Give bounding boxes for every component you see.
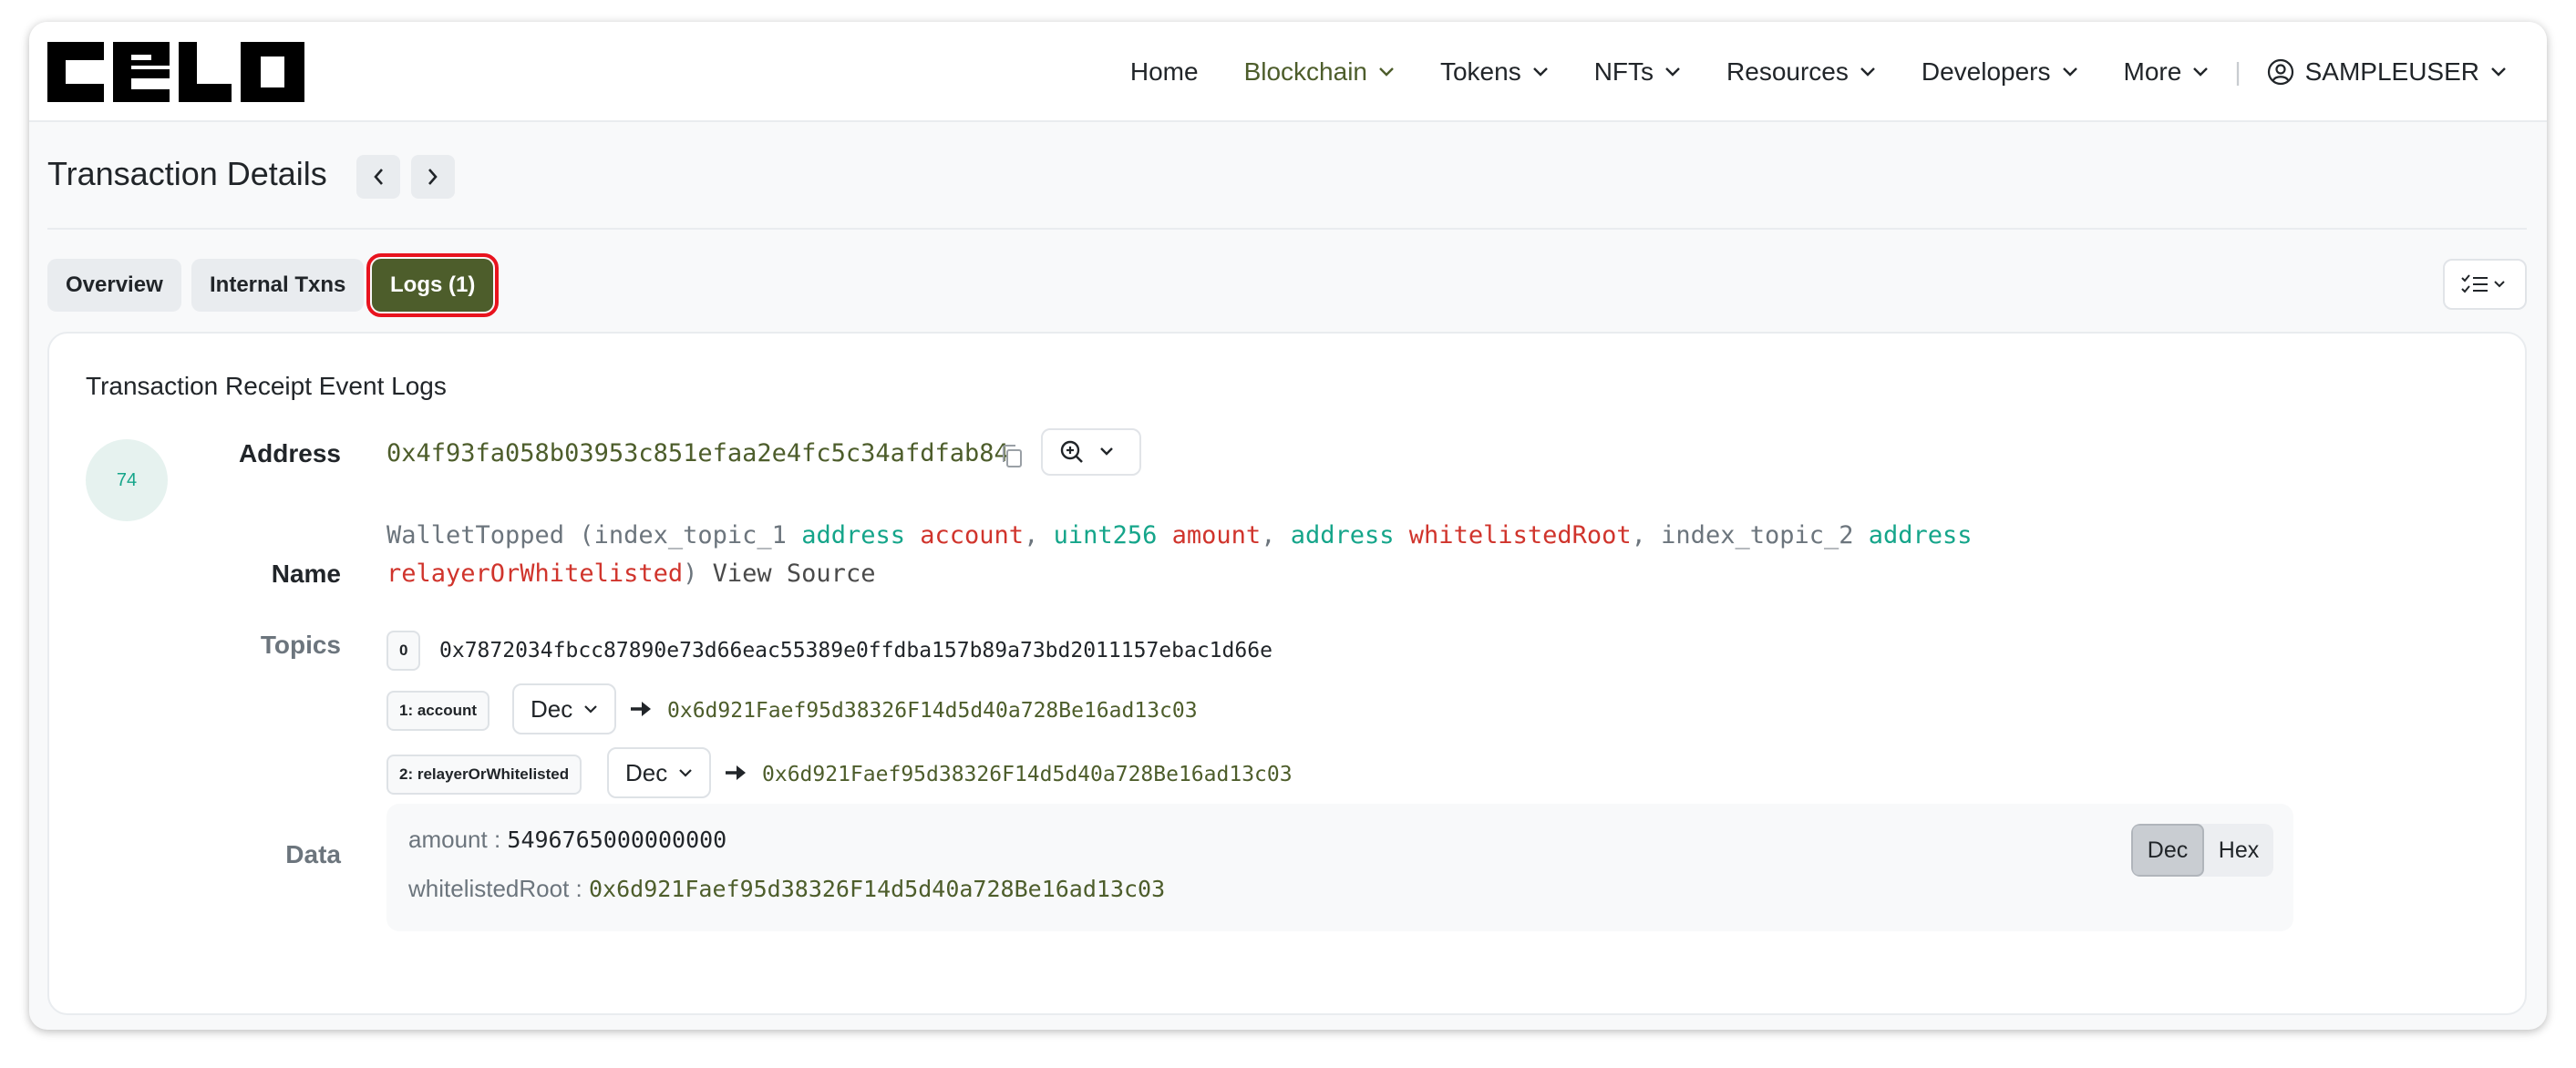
celo-logo[interactable]: [47, 42, 304, 102]
param3-type: address: [1290, 521, 1395, 549]
topic-2-format-value: Dec: [625, 758, 668, 786]
user-circle-icon: [2267, 58, 2293, 86]
nav-developers[interactable]: Developers: [1922, 57, 2078, 87]
event-signature-line-2: relayerOrWhitelisted) View Source: [386, 560, 875, 588]
title-divider: [47, 228, 2527, 230]
topic-2-badge: 2: relayerOrWhitelisted: [386, 755, 582, 795]
nav-tokens[interactable]: Tokens: [1440, 57, 1549, 87]
nav-nfts[interactable]: NFTs: [1594, 57, 1681, 87]
arrow-right-icon: [726, 765, 746, 780]
event-name: WalletTopped: [386, 521, 565, 549]
chevron-down-icon: [2062, 67, 2077, 77]
sig-comma: ,: [1631, 521, 1646, 549]
list-check-icon: [2461, 274, 2505, 293]
chevron-down-icon: [1860, 67, 1875, 77]
topic-1-value-link[interactable]: 0x6d921Faef95d38326F14d5d40a728Be16ad13c…: [667, 699, 1198, 723]
page-title: Transaction Details: [47, 155, 327, 192]
address-lookup-button[interactable]: [1041, 428, 1141, 476]
site-header: Home Blockchain Tokens NFTs Resources De…: [29, 22, 2547, 122]
chevron-down-icon: [2491, 67, 2506, 77]
celo-logo-mark: [47, 42, 304, 102]
param2-type: uint256: [1053, 521, 1158, 549]
tab-logs-label: Logs (1): [390, 272, 476, 297]
topic-0-badge: 0: [386, 631, 421, 671]
param1-index: index_topic_1: [593, 521, 787, 549]
copy-icon[interactable]: [999, 443, 1025, 470]
param1-type: address: [801, 521, 905, 549]
prev-transaction-button[interactable]: [356, 155, 400, 199]
chevron-left-icon: [374, 169, 383, 185]
nav-resources-label: Resources: [1726, 57, 1849, 86]
log-index-badge: 74: [86, 439, 168, 521]
data-panel: amount : 5496765000000000 whitelistedRoo…: [386, 804, 2293, 931]
nav-developers-label: Developers: [1921, 57, 2051, 86]
topics-label: Topics: [260, 631, 341, 659]
sig-comma: ,: [1261, 521, 1276, 549]
next-transaction-button[interactable]: [411, 155, 455, 199]
data-label: Data: [285, 840, 341, 868]
data-whitelisted-root-value[interactable]: 0x6d921Faef95d38326F14d5d40a728Be16ad13c…: [589, 876, 1165, 902]
nav-tokens-label: Tokens: [1439, 57, 1521, 86]
nav-home-label: Home: [1129, 57, 1199, 86]
param4-type: address: [1868, 521, 1973, 549]
sig-open-paren: (: [579, 521, 594, 549]
param4-index: index_topic_2: [1661, 521, 1854, 549]
data-whitelisted-root-key: whitelistedRoot :: [408, 875, 582, 902]
nav-home[interactable]: Home: [1130, 57, 1199, 87]
data-format-toggle: Dec Hex: [2131, 824, 2273, 877]
zoom-in-icon: [1060, 440, 1113, 463]
data-row-amount: amount : 5496765000000000: [408, 826, 726, 854]
browser-window: Home Blockchain Tokens NFTs Resources De…: [29, 22, 2547, 1030]
view-options-button[interactable]: [2443, 259, 2527, 310]
arrow-right-icon: [631, 702, 651, 716]
topic-1-format-value: Dec: [531, 694, 573, 723]
nav-blockchain-label: Blockchain: [1243, 57, 1367, 86]
param2-name: amount: [1171, 521, 1262, 549]
topic-1-format-select[interactable]: Dec: [512, 683, 617, 734]
topic-2-value-link[interactable]: 0x6d921Faef95d38326F14d5d40a728Be16ad13c…: [762, 763, 1293, 786]
tab-logs[interactable]: Logs (1): [366, 253, 500, 317]
topic-1-badge: 1: account: [386, 691, 490, 731]
main-nav: Home Blockchain Tokens NFTs Resources De…: [1085, 49, 2507, 95]
chevron-down-icon: [2193, 67, 2209, 77]
chevron-down-icon: [1379, 67, 1394, 77]
event-logs-card: Transaction Receipt Event Logs 74 Addres…: [47, 332, 2527, 1015]
tab-internal-txns[interactable]: Internal Txns: [191, 259, 365, 312]
nav-resources[interactable]: Resources: [1726, 57, 1876, 87]
sig-comma: ,: [1024, 521, 1039, 549]
nav-more-label: More: [2123, 57, 2182, 86]
event-signature-line-1: WalletTopped (index_topic_1 address acco…: [386, 521, 1973, 549]
data-format-dec-button[interactable]: Dec: [2131, 824, 2204, 877]
user-name: SAMPLEUSER: [2304, 57, 2479, 86]
param4-name: relayerOrWhitelisted: [386, 560, 684, 588]
nav-blockchain[interactable]: Blockchain: [1244, 57, 1395, 87]
param1-name: account: [920, 521, 1025, 549]
topic-2-format-select[interactable]: Dec: [607, 747, 712, 798]
chevron-down-icon: [1665, 67, 1680, 77]
chevron-down-icon: [584, 705, 598, 714]
tab-internal-txns-label: Internal Txns: [210, 272, 346, 297]
view-source-link[interactable]: View Source: [713, 560, 876, 588]
name-label: Name: [271, 560, 341, 588]
nav-more[interactable]: More: [2124, 57, 2210, 87]
param3-name: whitelistedRoot: [1408, 521, 1632, 549]
topic-0-value: 0x7872034fbcc87890e73d66eac55389e0ffdba1…: [439, 639, 1273, 662]
sig-close-paren: ): [683, 560, 698, 588]
tab-overview[interactable]: Overview: [47, 259, 181, 312]
log-address-link[interactable]: 0x4f93fa058b03953c851efaa2e4fc5c34afdfab…: [386, 439, 1009, 467]
tab-overview-label: Overview: [66, 272, 163, 297]
nav-nfts-label: NFTs: [1593, 57, 1654, 86]
chevron-right-icon: [428, 169, 438, 185]
address-label: Address: [238, 439, 341, 467]
chevron-down-icon: [1532, 67, 1548, 77]
event-logs-title: Transaction Receipt Event Logs: [86, 372, 447, 400]
data-amount-value: 5496765000000000: [507, 827, 727, 853]
chevron-down-icon: [679, 769, 693, 777]
data-row-whitelisted-root: whitelistedRoot : 0x6d921Faef95d38326F14…: [408, 875, 1165, 903]
nav-separator: |: [2234, 57, 2241, 86]
data-amount-key: amount :: [408, 826, 501, 853]
data-format-hex-button[interactable]: Hex: [2204, 824, 2273, 877]
user-menu[interactable]: SAMPLEUSER: [2267, 57, 2507, 87]
